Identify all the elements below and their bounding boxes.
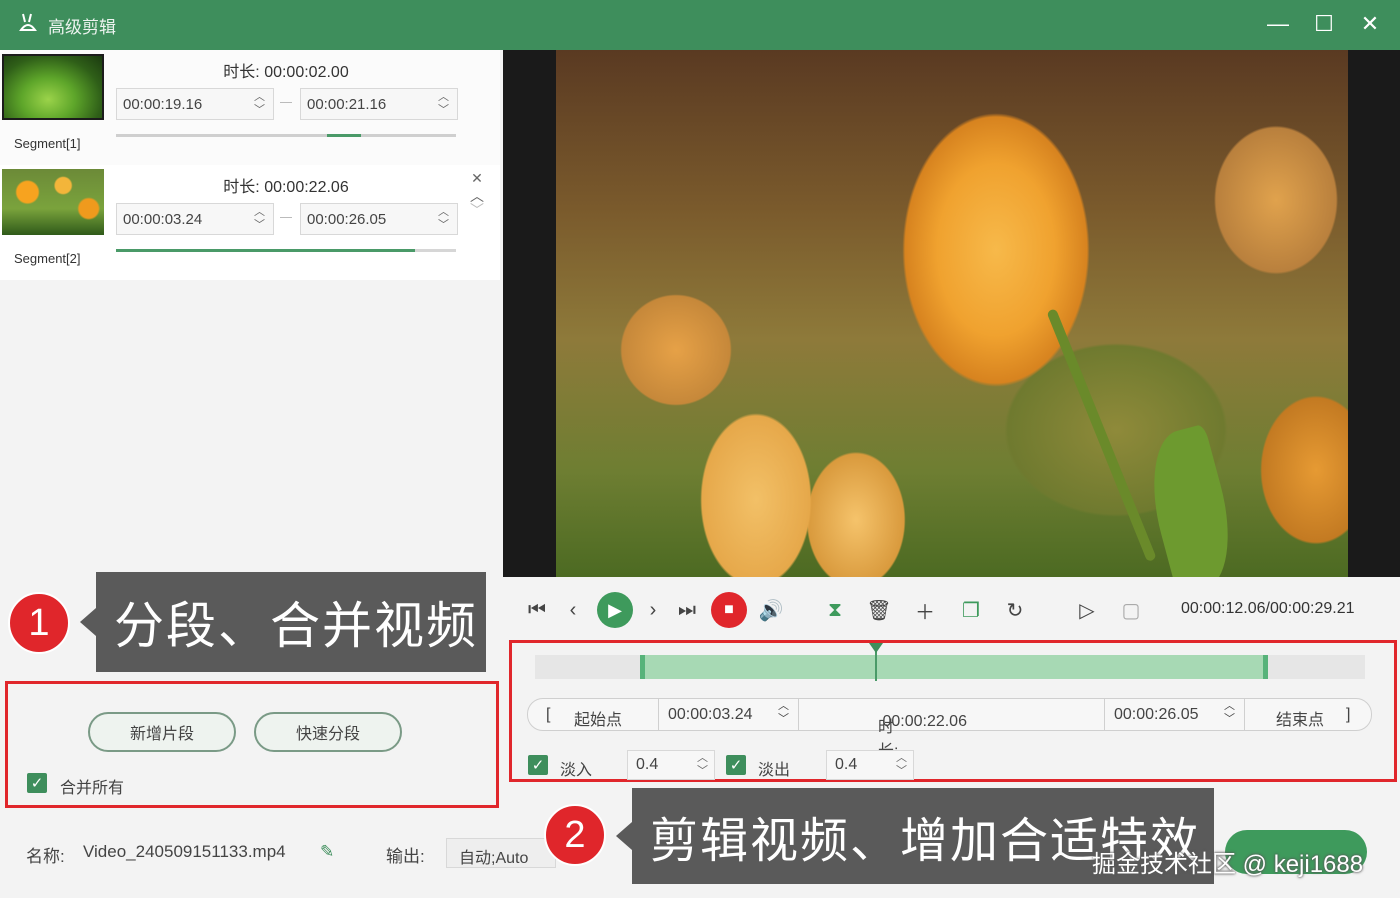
- end-point-button[interactable]: 结束点: [1276, 706, 1324, 730]
- trash-icon[interactable]: 🗑: [861, 592, 897, 628]
- fade-in-checkbox[interactable]: ✓: [528, 755, 548, 775]
- merge-all-label: 合并所有: [60, 780, 125, 797]
- move-up-icon[interactable]: ︿: [470, 189, 484, 203]
- timeline-playhead[interactable]: [869, 643, 884, 681]
- timeline-track[interactable]: [535, 643, 1365, 681]
- move-down-icon[interactable]: ﹀: [470, 203, 484, 217]
- segment-start-field[interactable]: 00:00:19.16 ︿ ﹀: [116, 88, 274, 120]
- spinner-icon[interactable]: ︿ ﹀: [254, 206, 265, 232]
- fade-in-field[interactable]: 0.4 ︿ ﹀: [627, 750, 715, 780]
- segment-item[interactable]: Segment[2] 时长: 00:00:22.06 00:00:03.24 ︿…: [0, 165, 500, 280]
- end-bracket-icon: ]: [1346, 706, 1351, 723]
- title-bar: 高级剪辑 — ☐ ✕: [0, 0, 1400, 50]
- go-to-end-icon[interactable]: ⏭: [669, 592, 705, 628]
- end-time-field[interactable]: 00:00:26.05: [1114, 706, 1199, 724]
- segment-duration: 时长: 00:00:02.00: [223, 64, 349, 81]
- file-name: Video_240509151133.mp4: [83, 842, 286, 861]
- start-point-button[interactable]: 起始点: [574, 706, 622, 730]
- volume-icon[interactable]: 🔊: [753, 592, 789, 628]
- fade-in-label: 淡入: [560, 762, 593, 779]
- add-segment-button[interactable]: 新增片段: [88, 712, 236, 752]
- video-preview[interactable]: [503, 50, 1400, 577]
- spinner-icon[interactable]: ︿ ﹀: [438, 206, 449, 232]
- fade-out-field[interactable]: 0.4 ︿ ﹀: [826, 750, 914, 780]
- spinner-icon[interactable]: ︿ ﹀: [697, 752, 708, 778]
- segment-label: Segment[2]: [14, 251, 81, 266]
- edit-name-icon[interactable]: ✎: [320, 842, 334, 862]
- output-select[interactable]: 自动;Auto: [446, 838, 556, 868]
- next-frame-icon[interactable]: ›: [635, 592, 671, 628]
- spinner-icon[interactable]: ︿ ﹀: [254, 91, 265, 117]
- fade-out-checkbox[interactable]: ✓: [726, 755, 746, 775]
- play-button[interactable]: ▶: [597, 592, 633, 628]
- stop-button[interactable]: ■: [711, 592, 747, 628]
- fit-frame-icon[interactable]: ▢: [1113, 592, 1149, 628]
- spinner-icon[interactable]: ︿ ﹀: [896, 752, 907, 778]
- segment-end-field[interactable]: 00:00:21.16 ︿ ﹀: [300, 88, 458, 120]
- segment-thumbnail: [2, 54, 104, 120]
- previous-frame-icon[interactable]: ‹: [555, 592, 591, 628]
- split-icon[interactable]: ⧗: [817, 592, 853, 628]
- quick-split-button[interactable]: 快速分段: [254, 712, 402, 752]
- spinner-icon[interactable]: ︿ ﹀: [438, 91, 449, 117]
- minimize-button[interactable]: —: [1267, 10, 1289, 38]
- close-button[interactable]: ✕: [1360, 10, 1380, 38]
- callout-badge-1: 1: [8, 592, 70, 654]
- start-spinner-icon[interactable]: ︿ ﹀: [778, 700, 789, 726]
- delete-segment-icon[interactable]: ✕: [470, 171, 484, 185]
- window-title: 高级剪辑: [48, 17, 116, 37]
- preview-segment-icon[interactable]: ▷: [1069, 592, 1105, 628]
- reset-icon[interactable]: ↻: [997, 592, 1033, 628]
- segment-thumbnail: [2, 169, 104, 235]
- segment-end-field[interactable]: 00:00:26.05 ︿ ﹀: [300, 203, 458, 235]
- video-frame: [556, 50, 1348, 577]
- output-label: 输出:: [386, 847, 425, 866]
- copy-icon[interactable]: ❐: [953, 592, 989, 628]
- segment-label: Segment[1]: [14, 136, 81, 151]
- timecode-display: 00:00:12.06/00:00:29.21: [1181, 600, 1355, 617]
- watermark: 掘金技术社区 @ keji1688: [1092, 851, 1364, 878]
- trim-range-bar: [ 起始点 00:00:03.24 ︿﹀ 时长: 00:00:22.06 00:…: [527, 698, 1372, 760]
- add-icon[interactable]: ＋: [907, 592, 943, 628]
- start-bracket-icon: [: [546, 706, 551, 723]
- rabbit-logo-icon: [18, 12, 40, 38]
- segment-duration: 时长: 00:00:22.06: [223, 179, 349, 196]
- segment-range-bar: [116, 249, 456, 252]
- start-time-field[interactable]: 00:00:03.24: [668, 706, 753, 724]
- segment-start-field[interactable]: 00:00:03.24 ︿ ﹀: [116, 203, 274, 235]
- playback-toolbar: ⏮ ‹ ▶ › ⏭ ■ 🔊 ⧗ 🗑 ＋ ❐ ↻ ▷ ▢ 00:00:12.06/…: [503, 580, 1400, 640]
- end-spinner-icon[interactable]: ︿ ﹀: [1224, 700, 1235, 726]
- segment-range-bar: [116, 134, 456, 137]
- callout-1: 分段、合并视频: [80, 572, 486, 672]
- fade-out-label: 淡出: [758, 762, 791, 779]
- trim-duration-label: 时长: 00:00:22.06: [878, 713, 967, 760]
- maximize-button[interactable]: ☐: [1314, 10, 1334, 38]
- name-label: 名称:: [26, 847, 65, 866]
- merge-all-checkbox[interactable]: ✓: [27, 773, 47, 793]
- segment-item[interactable]: Segment[1] 时长: 00:00:02.00 00:00:19.16 ︿…: [0, 50, 500, 165]
- go-to-start-icon[interactable]: ⏮: [519, 592, 555, 628]
- timeline-selected-range[interactable]: [640, 655, 1268, 679]
- callout-badge-2: 2: [544, 804, 606, 866]
